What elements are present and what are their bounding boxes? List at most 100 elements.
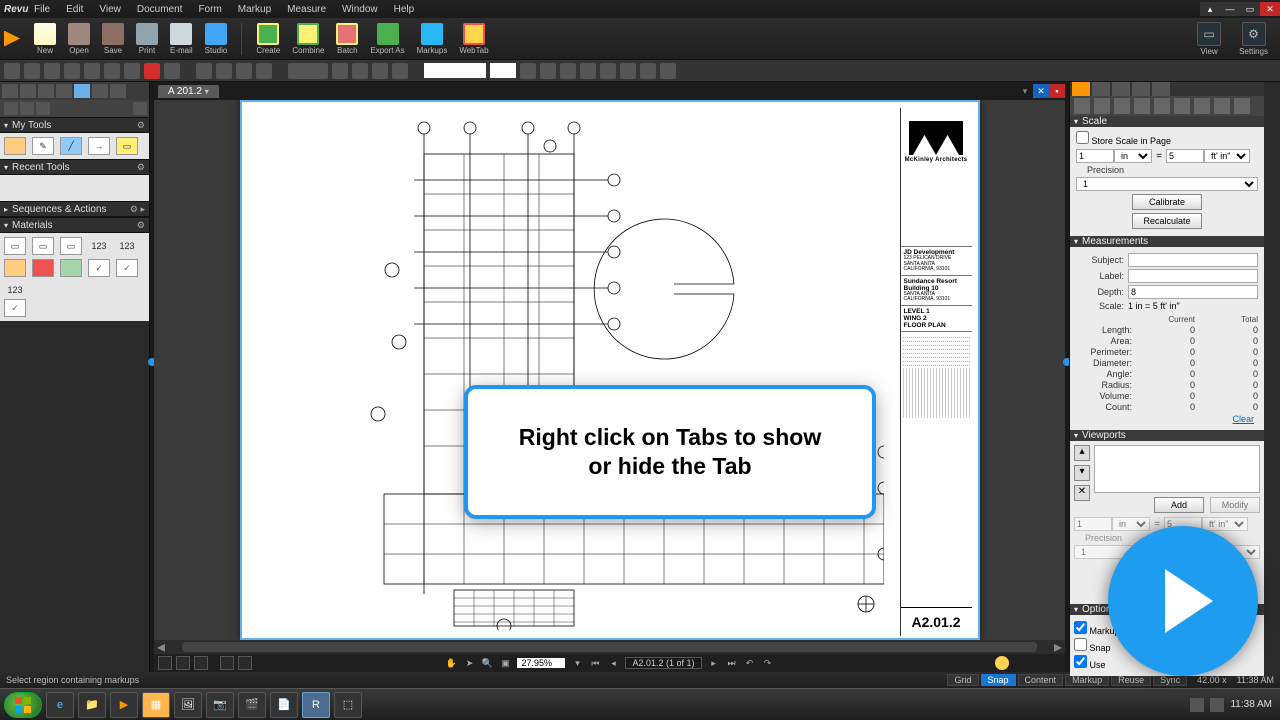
mat-chk-2[interactable]	[116, 259, 138, 277]
tab-close-icon[interactable]: ✕	[1033, 84, 1049, 98]
store-scale-checkbox[interactable]	[1076, 131, 1089, 144]
tb-export[interactable]: Export As	[364, 23, 410, 55]
tool-pen[interactable]: ✎	[32, 137, 54, 155]
task-app4[interactable]: 🎬	[238, 692, 266, 718]
toggle-snap[interactable]: Snap	[981, 674, 1016, 686]
left-tab-2[interactable]	[20, 84, 36, 98]
panel-strip-btn-4[interactable]	[133, 102, 147, 115]
fit-tool-icon[interactable]: ▣	[499, 657, 511, 669]
left-tab-7[interactable]	[110, 84, 126, 98]
align-justify-icon[interactable]	[392, 63, 408, 79]
task-explorer[interactable]: 📁	[78, 692, 106, 718]
vp-add-button[interactable]: Add	[1154, 497, 1204, 513]
first-page-icon[interactable]: ⏮	[589, 657, 601, 669]
recent-tools-header[interactable]: ▾Recent Tools⚙	[0, 159, 149, 175]
rotate-ccw-icon[interactable]: ↶	[744, 657, 756, 669]
tool-icon-c[interactable]	[164, 63, 180, 79]
draw-icon-2[interactable]	[216, 63, 232, 79]
opt-use[interactable]	[1074, 655, 1087, 668]
menu-markup[interactable]: Markup	[230, 4, 279, 15]
align-left-icon[interactable]	[332, 63, 348, 79]
clear-link[interactable]: Clear	[1076, 412, 1258, 426]
subject-field[interactable]	[1128, 253, 1258, 267]
tb-webtab[interactable]: WebTab	[453, 23, 494, 55]
play-overlay-button[interactable]	[1108, 526, 1258, 676]
task-revu[interactable]: R	[302, 692, 330, 718]
right-tab-2[interactable]	[1092, 82, 1110, 96]
panel-strip-btn-1[interactable]	[4, 102, 18, 115]
scale-left-unit[interactable]: in	[1114, 149, 1152, 163]
mat-tool-5[interactable]	[32, 259, 54, 277]
page-canvas[interactable]: McKinley Architects JD Development 123 P…	[240, 100, 980, 640]
nav-qa-3[interactable]	[194, 656, 208, 670]
tb-studio[interactable]: Studio	[199, 23, 234, 55]
select-tool-icon[interactable]: ➤	[463, 657, 475, 669]
tb-new[interactable]: New	[28, 23, 62, 55]
panel-strip-btn-3[interactable]	[36, 102, 50, 115]
draw-icon-1[interactable]	[196, 63, 212, 79]
nav-qa-2[interactable]	[176, 656, 190, 670]
tb-save[interactable]: Save	[96, 23, 130, 55]
tb-create[interactable]: Create	[250, 23, 286, 55]
start-button[interactable]	[4, 692, 42, 718]
calibrate-button[interactable]: Calibrate	[1132, 194, 1202, 210]
paste-icon[interactable]	[84, 63, 100, 79]
underline-icon[interactable]	[580, 63, 596, 79]
rtool-6[interactable]	[1174, 98, 1190, 114]
mat-tool-4[interactable]	[4, 259, 26, 277]
viewport-list[interactable]	[1094, 445, 1260, 493]
rtool-3[interactable]	[1114, 98, 1130, 114]
hand-tool-icon[interactable]: ✋	[445, 657, 457, 669]
menu-edit[interactable]: Edit	[58, 4, 91, 15]
page-field[interactable]: A2.01.2 (1 of 1)	[625, 657, 701, 669]
depth-field[interactable]	[1128, 285, 1258, 299]
task-app5[interactable]: 📄	[270, 692, 298, 718]
cut-icon[interactable]	[44, 63, 60, 79]
tool-note[interactable]: ▭	[116, 137, 138, 155]
nav-qa-4[interactable]	[220, 656, 234, 670]
mat-tool-3[interactable]: ▭	[60, 237, 82, 255]
tb-view[interactable]: ▭View	[1191, 22, 1227, 56]
text-align-2-icon[interactable]	[640, 63, 656, 79]
right-tab-4[interactable]	[1132, 82, 1150, 96]
tab-dropdown-icon[interactable]: ▾	[1017, 84, 1033, 98]
tool-icon-a[interactable]	[104, 63, 120, 79]
prev-page-icon[interactable]: ◂	[607, 657, 619, 669]
left-tab-4[interactable]	[56, 84, 72, 98]
mat-chk-3[interactable]	[4, 299, 26, 317]
last-page-icon[interactable]: ⏭	[726, 657, 738, 669]
recalculate-button[interactable]: Recalculate	[1132, 213, 1202, 229]
task-app2[interactable]: 🖼	[174, 692, 202, 718]
opt-markup[interactable]	[1074, 621, 1087, 634]
left-tab-3[interactable]	[38, 84, 54, 98]
mat-chk-1[interactable]	[88, 259, 110, 277]
mat-tool-6[interactable]	[60, 259, 82, 277]
document-tab[interactable]: A 201.2 ▾	[158, 85, 219, 98]
rtool-5[interactable]	[1154, 98, 1170, 114]
left-tab-6[interactable]	[92, 84, 108, 98]
task-app6[interactable]: ⬚	[334, 692, 362, 718]
menu-document[interactable]: Document	[129, 4, 191, 15]
horizontal-scrollbar[interactable]: ◂▸	[154, 640, 1065, 654]
document-viewport[interactable]: McKinley Architects JD Development 123 P…	[154, 100, 1065, 640]
toggle-content[interactable]: Content	[1018, 674, 1064, 686]
menu-form[interactable]: Form	[190, 4, 229, 15]
measurements-header[interactable]: ▾Measurements	[1070, 236, 1264, 247]
rtool-9[interactable]	[1234, 98, 1250, 114]
tool-icon-b[interactable]	[124, 63, 140, 79]
tab-detach-icon[interactable]: ▪	[1049, 84, 1065, 98]
scale-header[interactable]: ▾Scale	[1070, 116, 1264, 127]
tb-combine[interactable]: Combine	[286, 23, 330, 55]
undo-icon[interactable]	[4, 63, 20, 79]
rtool-8[interactable]	[1214, 98, 1230, 114]
toggle-grid[interactable]: Grid	[947, 674, 978, 686]
italic-icon[interactable]	[560, 63, 576, 79]
viewports-header[interactable]: ▾Viewports	[1070, 430, 1264, 441]
tray-clock[interactable]: 11:38 AM	[1230, 699, 1272, 710]
materials-header[interactable]: ▾Materials⚙	[0, 217, 149, 233]
menu-view[interactable]: View	[91, 4, 129, 15]
toolbar-expand-icon[interactable]	[4, 31, 20, 47]
nav-qa-1[interactable]	[158, 656, 172, 670]
copy-icon[interactable]	[64, 63, 80, 79]
vp-del-icon[interactable]: ✕	[1074, 485, 1090, 501]
